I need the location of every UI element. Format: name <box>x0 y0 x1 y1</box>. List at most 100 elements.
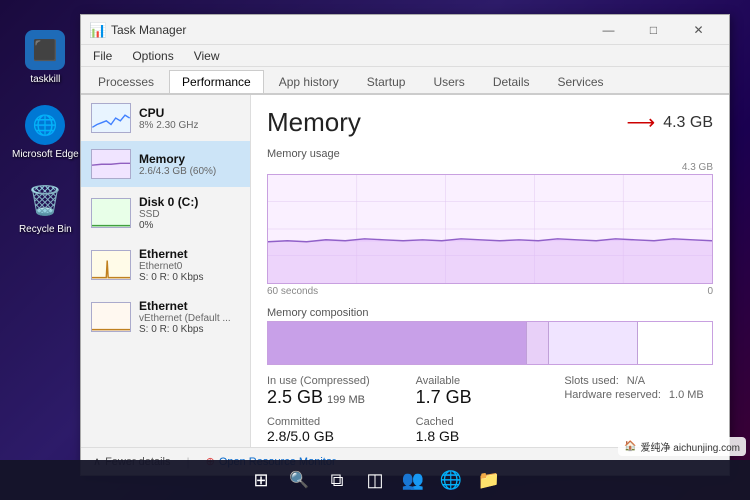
taskbar-widgets[interactable]: ◫ <box>359 464 391 496</box>
tab-bar: Processes Performance App history Startu… <box>81 67 729 95</box>
watermark-icon: 🏠 <box>624 441 636 452</box>
taskbar: ⊞ 🔍 ⧉ ◫ 👥 🌐 📁 <box>0 460 750 500</box>
watermark: 🏠 爱纯净 aichunjing.com <box>618 437 746 456</box>
cpu-mini-chart <box>91 103 131 133</box>
stat-cached: Cached 1.8 GB <box>416 416 565 444</box>
graph-time-bar: 60 seconds 0 <box>267 286 713 297</box>
eth2-mini-chart <box>91 302 131 332</box>
eth1-mini-chart <box>91 250 131 280</box>
window-icon: 📊 <box>89 22 105 38</box>
sidebar: CPU 8% 2.30 GHz Memory 2.6/4.3 GB (60%) <box>81 95 251 447</box>
sidebar-item-memory[interactable]: Memory 2.6/4.3 GB (60%) <box>81 141 250 187</box>
hw-reserved-label: Hardware reserved: <box>564 389 661 401</box>
eth2-info: Ethernet vEthernet (Default ... S: 0 R: … <box>139 299 240 335</box>
usage-label: Memory usage <box>267 148 713 160</box>
taskbar-teams[interactable]: 👥 <box>397 464 429 496</box>
right-panel: Memory ⟶ 4.3 GB Memory usage 4.3 GB <box>251 95 729 447</box>
memory-info: Memory 2.6/4.3 GB (60%) <box>139 152 240 177</box>
memory-name: Memory <box>139 152 240 166</box>
comp-standby <box>548 322 637 364</box>
memory-mini-chart <box>91 149 131 179</box>
committed-label: Committed <box>267 416 416 428</box>
hw-reserved-value: 1.0 MB <box>669 389 704 401</box>
tab-processes[interactable]: Processes <box>85 70 167 93</box>
disk-info: Disk 0 (C:) SSD 0% <box>139 195 240 231</box>
tab-services[interactable]: Services <box>545 70 617 93</box>
eth1-sub3: S: 0 R: 0 Kbps <box>139 272 240 283</box>
arrow-icon: ⟶ <box>627 110 656 135</box>
taskbar-explorer[interactable]: 📁 <box>473 464 505 496</box>
title-bar: 📊 Task Manager — □ ✕ <box>81 15 729 45</box>
eth1-name: Ethernet <box>139 247 240 261</box>
maximize-button[interactable]: □ <box>631 15 676 45</box>
stat-in-use: In use (Compressed) 2.5 GB 199 MB <box>267 375 416 408</box>
stat-available: Available 1.7 GB <box>416 375 565 408</box>
taskbar-search-button[interactable]: 🔍 <box>283 464 315 496</box>
memory-usage-graph <box>267 174 713 284</box>
close-button[interactable]: ✕ <box>676 15 721 45</box>
eth2-sub: vEthernet (Default ... <box>139 313 240 324</box>
memory-size-indicator: ⟶ 4.3 GB <box>627 110 713 135</box>
content-area: CPU 8% 2.30 GHz Memory 2.6/4.3 GB (60%) <box>81 95 729 447</box>
cpu-info: CPU 8% 2.30 GHz <box>139 106 240 131</box>
sidebar-item-ethernet2[interactable]: Ethernet vEthernet (Default ... S: 0 R: … <box>81 291 250 343</box>
tab-performance[interactable]: Performance <box>169 70 264 93</box>
disk-name: Disk 0 (C:) <box>139 195 240 209</box>
in-use-label: In use (Compressed) <box>267 375 416 387</box>
sidebar-item-disk[interactable]: Disk 0 (C:) SSD 0% <box>81 187 250 239</box>
menu-bar: File Options View <box>81 45 729 67</box>
cached-label: Cached <box>416 416 565 428</box>
memory-total-value: 4.3 GB <box>663 114 713 132</box>
menu-file[interactable]: File <box>89 47 116 65</box>
tab-startup[interactable]: Startup <box>354 70 419 93</box>
menu-options[interactable]: Options <box>128 47 177 65</box>
desktop-icon-label: taskkill <box>30 74 60 85</box>
desktop-icon-taskkill[interactable]: ⬛ taskkill <box>25 30 65 85</box>
time-left: 60 seconds <box>267 286 318 297</box>
desktop-icon-edge[interactable]: 🌐 Microsoft Edge <box>12 105 79 160</box>
disk-mini-chart <box>91 198 131 228</box>
cached-value: 1.8 GB <box>416 428 565 444</box>
stat-committed: Committed 2.8/5.0 GB <box>267 416 416 444</box>
disk-sub2: 0% <box>139 220 240 231</box>
slots-label: Slots used: <box>564 375 618 387</box>
taskbar-task-view[interactable]: ⧉ <box>321 464 353 496</box>
task-manager-window: 📊 Task Manager — □ ✕ File Options View P… <box>80 14 730 476</box>
tab-users[interactable]: Users <box>420 70 477 93</box>
cpu-name: CPU <box>139 106 240 120</box>
taskbar-edge[interactable]: 🌐 <box>435 464 467 496</box>
in-use-sub: 199 MB <box>327 394 365 406</box>
eth2-name: Ethernet <box>139 299 240 313</box>
composition-label: Memory composition <box>267 307 713 319</box>
memory-composition-graph <box>267 321 713 365</box>
desktop-icon-recycle-label: Recycle Bin <box>19 224 72 235</box>
eth1-sub: Ethernet0 <box>139 261 240 272</box>
available-label: Available <box>416 375 565 387</box>
disk-sub: SSD <box>139 209 240 220</box>
menu-view[interactable]: View <box>190 47 224 65</box>
usage-max-label: 4.3 GB <box>682 162 713 173</box>
memory-sub: 2.6/4.3 GB (60%) <box>139 166 240 177</box>
comp-free <box>637 322 712 364</box>
stat-slots: Slots used: N/A Hardware reserved: 1.0 M… <box>564 375 713 408</box>
in-use-value: 2.5 GB <box>267 387 323 408</box>
window-title: Task Manager <box>111 23 586 37</box>
sidebar-item-ethernet1[interactable]: Ethernet Ethernet0 S: 0 R: 0 Kbps <box>81 239 250 291</box>
sidebar-item-cpu[interactable]: CPU 8% 2.30 GHz <box>81 95 250 141</box>
taskbar-start-button[interactable]: ⊞ <box>245 464 277 496</box>
comp-modified <box>526 322 548 364</box>
title-bar-controls: — □ ✕ <box>586 15 721 45</box>
minimize-button[interactable]: — <box>586 15 631 45</box>
tab-app-history[interactable]: App history <box>266 70 352 93</box>
memory-title: Memory <box>267 107 361 138</box>
eth2-sub3: S: 0 R: 0 Kbps <box>139 324 240 335</box>
slots-value: N/A <box>627 375 645 387</box>
eth1-info: Ethernet Ethernet0 S: 0 R: 0 Kbps <box>139 247 240 283</box>
available-value: 1.7 GB <box>416 387 565 408</box>
cpu-sub: 8% 2.30 GHz <box>139 120 240 131</box>
desktop-icon-recycle[interactable]: 🗑️ Recycle Bin <box>19 180 72 235</box>
comp-in-use <box>268 322 526 364</box>
desktop-icon-edge-label: Microsoft Edge <box>12 149 79 160</box>
memory-header: Memory ⟶ 4.3 GB <box>267 107 713 138</box>
tab-details[interactable]: Details <box>480 70 543 93</box>
